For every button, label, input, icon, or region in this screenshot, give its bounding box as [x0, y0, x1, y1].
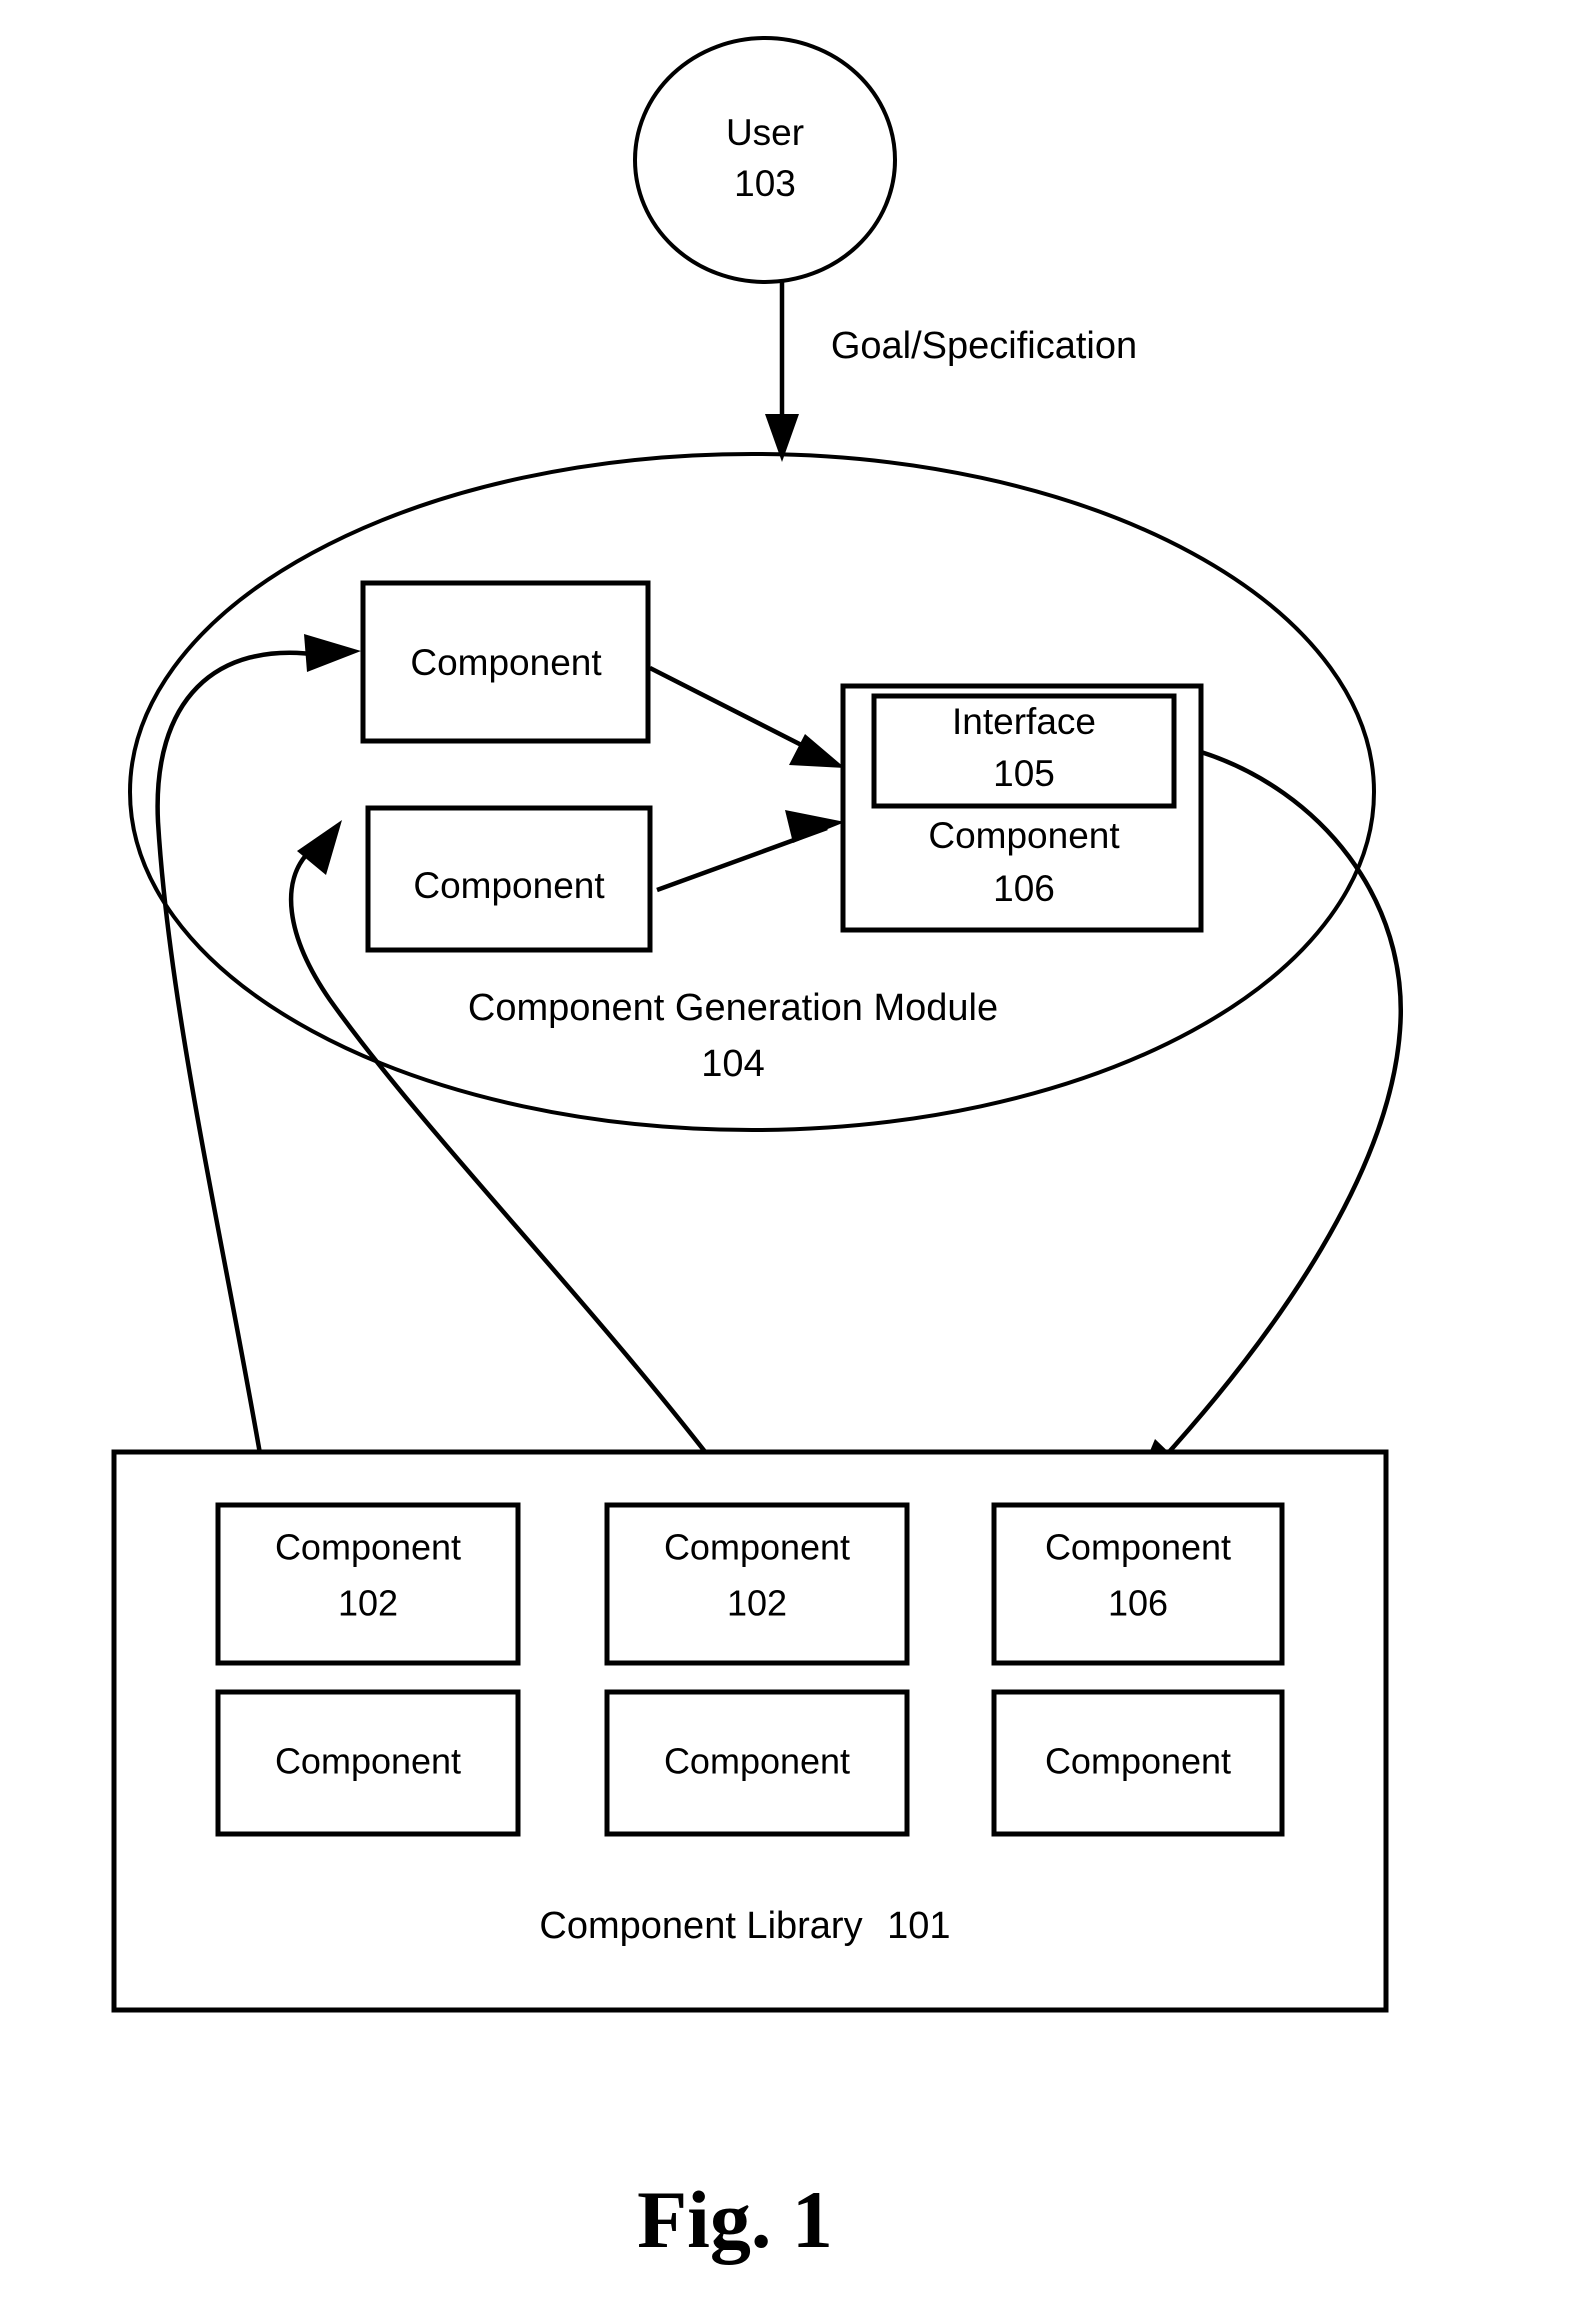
library-item-ref: 106 — [1108, 1583, 1168, 1624]
module-component-1: Component — [360, 580, 651, 744]
interface-label: Interface — [952, 701, 1096, 742]
user-label: User — [726, 112, 804, 153]
assembled-component-ref: 106 — [993, 868, 1055, 909]
library-item-label: Component — [664, 1527, 850, 1568]
internal-assembly-arrow-2 — [656, 810, 845, 893]
library-row: Component 102 Component 102 Component 10… — [215, 1502, 1285, 1666]
component-library: Component 102 Component 102 Component 10… — [111, 1449, 1389, 2013]
assembled-component-106: Interface 105 Component 106 — [840, 683, 1204, 933]
assembly-arrow-1-head — [789, 734, 845, 768]
retrieve-curve-middle-head — [297, 820, 342, 875]
library-item: Component — [991, 1689, 1285, 1837]
library-item-ref: 102 — [727, 1583, 787, 1624]
library-item-label: Component — [275, 1741, 461, 1782]
user-ref: 103 — [734, 163, 796, 204]
assembled-component-label: Component — [928, 815, 1120, 856]
retrieve-curve-left-path — [155, 650, 321, 1501]
patent-figure-1: User 103 Goal/Specification Component Ge… — [0, 0, 1570, 2304]
assembly-arrow-2-head — [785, 810, 845, 843]
retrieve-curve-left — [155, 634, 361, 1501]
library-item: Component 106 — [991, 1502, 1285, 1666]
module-component-2: Component — [365, 805, 653, 953]
library-item: Component 102 — [215, 1502, 521, 1666]
retrieve-curve-left-head — [304, 634, 361, 672]
library-item-label: Component — [664, 1741, 850, 1782]
module-ref: 104 — [701, 1043, 764, 1085]
library-row: Component Component Component — [215, 1689, 1285, 1837]
library-item: Component — [604, 1689, 910, 1837]
component-library-ref: 101 — [887, 1905, 950, 1947]
interface-ref: 105 — [993, 753, 1055, 794]
internal-assembly-arrow-1 — [648, 665, 845, 768]
goal-specification-arrow: Goal/Specification — [765, 282, 1137, 462]
diagram-canvas: User 103 Goal/Specification Component Ge… — [111, 36, 1404, 2265]
module-title: Component Generation Module — [468, 987, 998, 1029]
goal-specification-label: Goal/Specification — [831, 325, 1137, 367]
user-ellipse — [633, 36, 897, 284]
library-item: Component 102 — [604, 1502, 910, 1666]
component-library-title-text: Component Library — [539, 1905, 862, 1947]
component-library-title: Component Library 101 — [539, 1905, 950, 1947]
library-item-label: Component — [1045, 1741, 1231, 1782]
module-component-1-label: Component — [410, 642, 602, 683]
module-component-2-label: Component — [413, 865, 605, 906]
figure-caption: Fig. 1 — [637, 2174, 833, 2265]
user-node: User 103 — [633, 36, 897, 284]
library-item-ref: 102 — [338, 1583, 398, 1624]
library-item-label: Component — [275, 1527, 461, 1568]
library-item: Component — [215, 1689, 521, 1837]
library-item-label: Component — [1045, 1527, 1231, 1568]
